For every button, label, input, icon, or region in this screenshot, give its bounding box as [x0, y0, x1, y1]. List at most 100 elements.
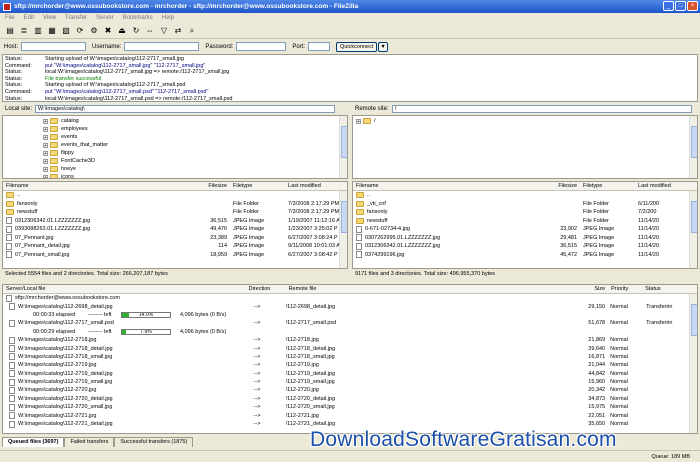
file-row[interactable]: ..	[353, 191, 697, 200]
menu-item-help[interactable]: Help	[162, 15, 174, 21]
column-header[interactable]: Filename	[353, 183, 539, 189]
file-row[interactable]: 0312306342.01.LZZZZZZZ.jpg 36,515 JPEG Ima…	[353, 242, 697, 251]
tab-queued[interactable]: Queued files (3697)	[2, 437, 65, 447]
file-row[interactable]: 07_Pennant.jpg 23,389 JPEG Image 6/27/2007 …	[3, 234, 347, 243]
port-input[interactable]	[308, 42, 331, 51]
column-header[interactable]: Filesize	[539, 183, 580, 189]
expand-icon[interactable]: +	[43, 158, 48, 164]
tree-item[interactable]: + events_that_matter	[43, 141, 347, 149]
queue-item[interactable]: W:\images\catalog\112-2717_small.psd --> /…	[3, 319, 697, 327]
toggle-remote-icon[interactable]: ▦	[46, 26, 58, 37]
queue-item[interactable]: W:\images\catalog\112-2721.jpg --> /112-27…	[3, 411, 697, 420]
dir-compare-icon[interactable]: ⇔	[144, 26, 156, 37]
file-row[interactable]: newstuff File Folder 7/3/2008 2:17:29 PM	[3, 208, 347, 217]
file-row[interactable]: 07_Pennant_small.jpg 18,959 JPEG Image 6/27…	[3, 251, 347, 260]
toggle-tree-icon[interactable]: ▥	[32, 26, 44, 37]
expand-icon[interactable]: +	[356, 118, 361, 124]
menu-item-bookmarks[interactable]: Bookmarks	[123, 15, 153, 21]
expand-icon[interactable]: +	[43, 150, 48, 156]
expand-icon[interactable]: +	[43, 142, 48, 148]
local-path-input[interactable]: W:\images\catalog\	[35, 105, 336, 113]
queue-column-header[interactable]: Direction	[246, 286, 286, 292]
queue-item[interactable]: W:\images\catalog\112-2720_detail.jpg -->…	[3, 395, 697, 403]
menu-item-file[interactable]: File	[5, 15, 15, 21]
site-manager-icon[interactable]: ▤	[4, 26, 16, 37]
expand-icon[interactable]: +	[43, 174, 48, 178]
queue-column-header[interactable]: Remote file	[286, 286, 561, 292]
list-scrollbar[interactable]	[689, 191, 697, 268]
close-button[interactable]: ×	[687, 1, 698, 11]
tab-successful[interactable]: Successful transfers (1875)	[114, 437, 194, 447]
password-input[interactable]	[236, 42, 287, 51]
tree-item[interactable]: + events	[43, 133, 347, 141]
process-queue-icon[interactable]: ⚙	[88, 26, 100, 37]
tree-item[interactable]: + hoeye	[43, 165, 347, 173]
refresh-icon[interactable]: ⟳	[74, 26, 86, 37]
tree-item[interactable]: + employees	[43, 125, 347, 133]
expand-icon[interactable]: +	[43, 166, 48, 172]
menu-item-server[interactable]: Server	[96, 15, 114, 21]
list-scrollbar[interactable]	[339, 191, 347, 268]
queue-item[interactable]: W:\images\catalog\112-2719.jpg --> /112-27…	[3, 361, 697, 369]
column-header[interactable]: Filename	[3, 183, 189, 189]
tree-item[interactable]: + flippy	[43, 149, 347, 157]
menu-item-view[interactable]: View	[43, 15, 56, 21]
queue-scrollbar[interactable]	[689, 294, 697, 433]
remote-tree-scrollbar[interactable]	[689, 116, 697, 178]
menu-item-transfer[interactable]: Transfer	[65, 15, 87, 21]
column-header[interactable]: Last modified	[635, 183, 697, 189]
file-row[interactable]: ..	[3, 191, 347, 200]
file-row[interactable]: 0312306342.01.LZZZZZZZ.jpg 36,515 JPEG Ima…	[3, 217, 347, 226]
quickconnect-dropdown-button[interactable]: ▼	[378, 41, 388, 52]
queue-column-header[interactable]: Size	[560, 286, 608, 292]
queue-item[interactable]: W:\images\catalog\112-2721_detail.jpg -->…	[3, 420, 697, 428]
queue-item[interactable]: W:\images\catalog\112-2698_detail.jpg -->…	[3, 302, 697, 311]
menu-item-edit[interactable]: Edit	[24, 15, 34, 21]
tree-item[interactable]: + /	[356, 117, 697, 125]
filter-icon[interactable]: ▽	[158, 26, 170, 37]
expand-icon[interactable]: +	[43, 126, 48, 132]
queue-item[interactable]: W:\images\catalog\112-2720.jpg --> /112-27…	[3, 386, 697, 394]
host-input[interactable]	[21, 42, 87, 51]
tab-failed[interactable]: Failed transfers	[64, 437, 115, 447]
disconnect-icon[interactable]: ⏏	[116, 26, 128, 37]
toggle-log-icon[interactable]: ≣	[18, 26, 30, 37]
queue-column-header[interactable]: Status	[642, 286, 697, 292]
queue-column-header[interactable]: Priority	[608, 286, 642, 292]
search-icon[interactable]: ⌕	[186, 26, 198, 37]
queue-item[interactable]: W:\images\catalog\112-2718.jpg --> /112-27…	[3, 336, 697, 344]
file-row[interactable]: 0393088263.01.LZZZZZZZ.jpg 49,476 JPEG Ima…	[3, 225, 347, 234]
column-header[interactable]: Filesize	[189, 183, 230, 189]
file-row[interactable]: 07_Pennant_detail.jpg 114 JPEG Image 9/11/2…	[3, 242, 347, 251]
file-row[interactable]: fansonly File Folder 7/3/2008 2:17:29 PM	[3, 200, 347, 209]
remote-path-input[interactable]: /	[391, 105, 692, 113]
file-row[interactable]: newstuff File Folder 11/14/20	[353, 217, 697, 226]
maximize-button[interactable]: □	[675, 1, 686, 11]
file-row[interactable]: 0-671-02734-4.jpg 23,902 JPEG Image 11/14/2…	[353, 225, 697, 234]
sync-browse-icon[interactable]: ⇄	[172, 26, 184, 37]
reconnect-icon[interactable]: ↻	[130, 26, 142, 37]
tree-item[interactable]: + FontCache3D	[43, 157, 347, 165]
queue-server-row[interactable]: sftp://mrchorder@www.ossubookstore.com	[3, 294, 697, 302]
file-row[interactable]: 0307262995.01.LZZZZZZZ.jpg 29,481 JPEG Ima…	[353, 234, 697, 243]
queue-item[interactable]: W:\images\catalog\112-2720_small.jpg --> /…	[3, 403, 697, 411]
queue-item[interactable]: W:\images\catalog\112-2718_detail.jpg -->…	[3, 344, 697, 353]
tree-item[interactable]: + catalog	[43, 117, 347, 125]
expand-icon[interactable]: +	[43, 118, 48, 124]
quickconnect-button[interactable]: Quickconnect	[336, 41, 378, 52]
queue-item[interactable]: W:\images\catalog\112-2718_small.jpg --> /…	[3, 353, 697, 361]
toggle-queue-icon[interactable]: ▧	[60, 26, 72, 37]
cancel-icon[interactable]: ✖	[102, 26, 114, 37]
queue-column-header[interactable]: Server/Local file	[3, 286, 246, 292]
username-input[interactable]	[124, 42, 200, 51]
file-row[interactable]: 0374299196.jpg 45,472 JPEG Image 11/14/20	[353, 251, 697, 260]
column-header[interactable]: Filetype	[580, 183, 635, 189]
minimize-button[interactable]: _	[663, 1, 674, 11]
file-row[interactable]: _vti_cnf File Folder 6/11/200	[353, 200, 697, 209]
local-tree-scrollbar[interactable]	[339, 116, 347, 178]
tree-item[interactable]: + icons	[43, 173, 347, 178]
column-header[interactable]: Last modified	[285, 183, 347, 189]
file-row[interactable]: fansonly File Folder 7/2/200	[353, 208, 697, 217]
queue-item[interactable]: W:\images\catalog\112-2719_small.jpg --> /…	[3, 378, 697, 386]
queue-item[interactable]: W:\images\catalog\112-2719_detail.jpg -->…	[3, 370, 697, 378]
